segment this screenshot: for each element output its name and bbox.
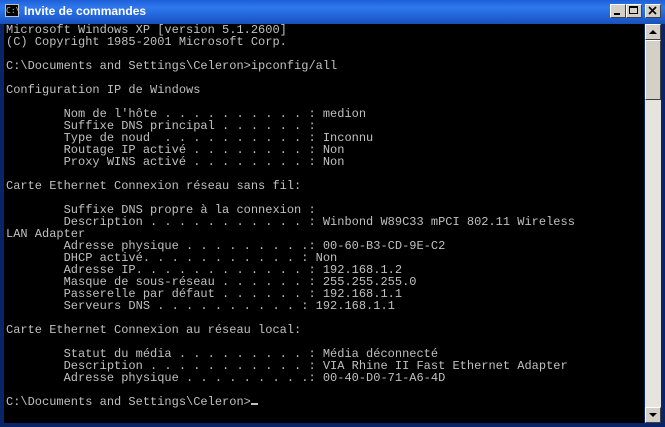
console-text: Microsoft Windows XP [version 5.1.2600](…: [6, 24, 575, 408]
console-line: Description . . . . . . . . . . . : Winb…: [6, 215, 575, 229]
command-prompt-window: C:\ Invite de commandes Microsoft Window…: [0, 0, 665, 427]
maximize-icon: [629, 6, 638, 14]
minimize-button[interactable]: [610, 4, 626, 18]
scroll-up-button[interactable]: [645, 24, 661, 40]
console-line: C:\Documents and Settings\Celeron>ipconf…: [6, 59, 338, 73]
arrow-down-icon: [649, 413, 657, 417]
maximize-button[interactable]: [626, 4, 642, 18]
title-bar[interactable]: C:\ Invite de commandes: [0, 0, 665, 24]
console-line: Configuration IP de Windows: [6, 83, 201, 97]
console-app-icon[interactable]: C:\: [5, 4, 20, 17]
console-line: Serveurs DNS . . . . . . . . . . : 192.1…: [6, 299, 395, 313]
console-line: Carte Ethernet Connexion au réseau local…: [6, 323, 302, 337]
console-line: C:\Documents and Settings\Celeron>: [6, 396, 575, 408]
close-button[interactable]: [645, 4, 661, 18]
console-output[interactable]: Microsoft Windows XP [version 5.1.2600](…: [4, 24, 644, 423]
console-line: Proxy WINS activé . . . . . . . . : Non: [6, 155, 345, 169]
scrollbar-thumb[interactable]: [645, 40, 661, 100]
arrow-up-icon: [649, 30, 657, 34]
text-cursor: [250, 403, 258, 405]
window-title: Invite de commandes: [24, 4, 147, 18]
vertical-scrollbar[interactable]: [645, 24, 661, 423]
console-line: Carte Ethernet Connexion réseau sans fil…: [6, 179, 302, 193]
minimize-icon: [614, 13, 620, 15]
console-line: (C) Copyright 1985-2001 Microsoft Corp.: [6, 35, 287, 49]
console-line: Adresse physique . . . . . . . . .: 00-4…: [6, 371, 446, 385]
scroll-down-button[interactable]: [645, 407, 661, 423]
close-icon: [648, 6, 657, 15]
